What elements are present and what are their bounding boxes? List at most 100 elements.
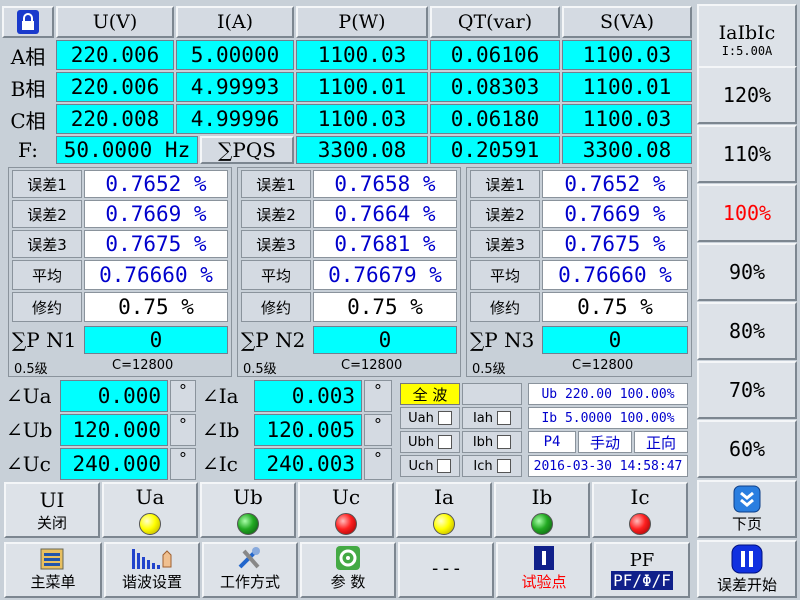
error-start-button[interactable]: 误差开始 <box>697 540 797 598</box>
level-100-button[interactable]: 100% <box>697 184 797 242</box>
harmonic-mode-button[interactable]: 全 波 <box>400 383 460 405</box>
grade-label: 0.5级 <box>14 362 48 377</box>
level-60-button[interactable]: 60% <box>697 420 797 478</box>
test-point-label: 试验点 <box>521 573 567 591</box>
a-current: 5.00000 <box>176 40 294 70</box>
angle-ua-value: 0.000 <box>60 380 168 412</box>
main-menu-icon <box>40 548 64 570</box>
ui-toggle-button[interactable]: UI 关闭 <box>4 482 100 538</box>
pf-mode-button[interactable]: PF PF/Φ/F <box>594 542 690 598</box>
degree-unit: ° <box>170 414 196 446</box>
ic-indicator: Ic <box>592 482 688 538</box>
ich-checkbox[interactable]: Ich <box>462 455 522 477</box>
current-range-subtitle: I:5.00A <box>721 44 773 58</box>
grade-label: 0.5级 <box>243 362 277 377</box>
uc-indicator-label: Uc <box>331 485 361 509</box>
frequency-label: F: <box>18 138 38 162</box>
uch-checkbox[interactable]: Uch <box>400 455 460 477</box>
blank-function-button[interactable]: --- <box>398 542 494 598</box>
constant-label: C=12800 <box>572 358 634 373</box>
ia-led-icon <box>433 513 455 535</box>
pulse-sum-label: ∑P N3 <box>470 328 535 352</box>
test-point-button[interactable]: 试验点 <box>496 542 592 598</box>
gear-icon <box>336 546 360 570</box>
error3-label: 误差3 <box>470 230 540 258</box>
b-reactive-power: 0.08303 <box>430 72 560 102</box>
pulse-sum-label: ∑P N2 <box>241 328 306 352</box>
ic-led-icon <box>629 513 651 535</box>
angle-ub-value: 120.000 <box>60 414 168 446</box>
error1-label: 误差1 <box>12 170 82 198</box>
sum-active-power: 3300.08 <box>296 136 428 164</box>
ia-indicator-label: Ia <box>434 485 454 509</box>
ib-led-icon <box>531 513 553 535</box>
ibh-label: Ibh <box>472 434 494 450</box>
pulse-sum-value: 0 <box>542 326 688 354</box>
tools-icon <box>238 547 260 569</box>
error1-label: 误差1 <box>470 170 540 198</box>
error-start-label: 误差开始 <box>716 575 777 594</box>
error3-value: 0.7675 % <box>84 230 228 258</box>
error3-label: 误差3 <box>12 230 82 258</box>
pulse-sum-value: 0 <box>313 326 457 354</box>
harmonic-settings-button[interactable]: 谐波设置 <box>104 542 200 598</box>
lock-button[interactable] <box>2 6 54 38</box>
average-value: 0.76660 % <box>542 260 688 290</box>
average-label: 平均 <box>241 260 311 290</box>
iah-checkbox[interactable]: Iah <box>462 407 522 429</box>
ubh-checkbox[interactable]: Ubh <box>400 431 460 453</box>
datetime: 2016-03-30 14:58:47 <box>528 455 688 477</box>
checkbox-box <box>437 411 452 425</box>
work-mode-button[interactable]: 工作方式 <box>202 542 298 598</box>
ic-indicator-label: Ic <box>630 485 650 509</box>
harmonic-chart-icon <box>132 549 172 569</box>
uah-checkbox[interactable]: Uah <box>400 407 460 429</box>
double-chevron-down-icon <box>733 485 761 512</box>
rounded-value: 0.75 % <box>84 292 228 322</box>
sum-reactive-power: 0.20591 <box>430 136 560 164</box>
level-80-button[interactable]: 80% <box>697 302 797 360</box>
c-voltage: 220.008 <box>56 104 174 134</box>
c-apparent-power: 1100.03 <box>562 104 692 134</box>
c-reactive-power: 0.06180 <box>430 104 560 134</box>
header-active-power: P(W) <box>296 6 428 38</box>
row-label-c: C相 <box>10 108 46 133</box>
ub-indicator: Ub <box>200 482 296 538</box>
main-menu-label: 主菜单 <box>30 573 76 591</box>
level-110-button[interactable]: 110% <box>697 125 797 183</box>
header-reactive-power: QT(var) <box>430 6 560 38</box>
b-active-power: 1100.01 <box>296 72 428 102</box>
level-120-button[interactable]: 120% <box>697 66 797 124</box>
next-page-button[interactable]: 下页 <box>697 480 797 538</box>
constant-label: C=12800 <box>341 358 403 373</box>
manual-mode[interactable]: 手动 <box>578 431 632 453</box>
wiring-mode[interactable]: P4 <box>528 431 576 453</box>
rounded-value: 0.75 % <box>542 292 688 322</box>
header-current: I(A) <box>176 6 294 38</box>
level-90-button[interactable]: 90% <box>697 243 797 301</box>
pf-top-label: PF <box>629 550 655 571</box>
direction-mode[interactable]: 正向 <box>634 431 688 453</box>
harmonic-settings-label: 谐波设置 <box>121 573 182 591</box>
error1-value: 0.7652 % <box>84 170 228 198</box>
ich-label: Ich <box>473 458 493 474</box>
rounded-value: 0.75 % <box>313 292 457 322</box>
ui-label: UI <box>39 487 65 512</box>
parameters-button[interactable]: 参 数 <box>300 542 396 598</box>
level-70-button[interactable]: 70% <box>697 361 797 419</box>
uah-label: Uah <box>408 410 434 426</box>
sum-apparent-power: 3300.08 <box>562 136 692 164</box>
rounded-label: 修约 <box>241 292 311 322</box>
ibh-checkbox[interactable]: Ibh <box>462 431 522 453</box>
error2-label: 误差2 <box>241 200 311 228</box>
error1-value: 0.7658 % <box>313 170 457 198</box>
harmonic-mode-blank <box>462 383 522 405</box>
rounded-label: 修约 <box>12 292 82 322</box>
degree-unit: ° <box>170 448 196 480</box>
degree-unit: ° <box>170 380 196 412</box>
row-label-b: B相 <box>10 76 46 101</box>
main-menu-button[interactable]: 主菜单 <box>4 542 102 598</box>
pulse-sum-value: 0 <box>84 326 228 354</box>
sum-pqs-label: ∑PQS <box>200 136 294 164</box>
error2-label: 误差2 <box>12 200 82 228</box>
